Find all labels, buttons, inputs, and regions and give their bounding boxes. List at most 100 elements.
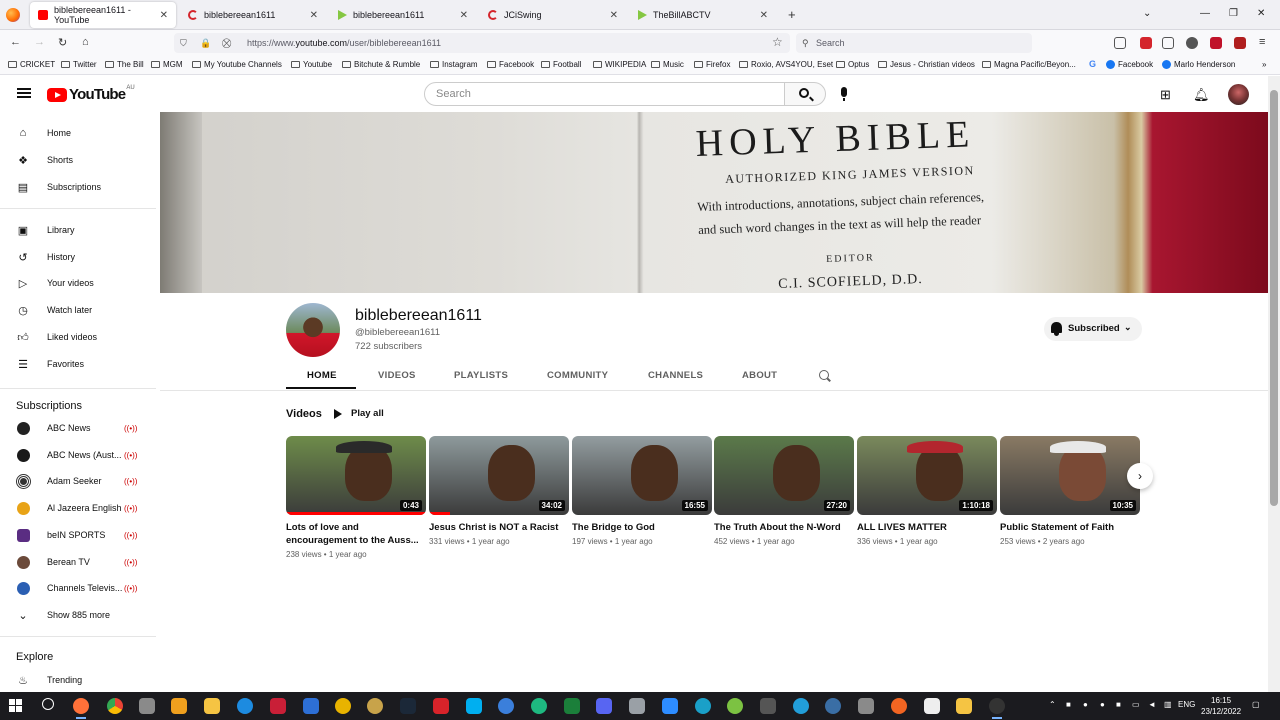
subscription-channel[interactable]: Berean TV ((•)) <box>0 549 156 575</box>
app-icon[interactable] <box>727 698 743 714</box>
app-icon[interactable] <box>171 698 187 714</box>
menu-icon[interactable]: ≡ <box>1259 36 1265 48</box>
subscription-channel[interactable]: ABC News ((•)) <box>0 415 156 441</box>
sidebar-item-your-videos[interactable]: ▷ Your videos <box>0 270 156 296</box>
steam-icon[interactable] <box>400 698 416 714</box>
app-icon[interactable] <box>695 698 711 714</box>
bookmark-item[interactable]: CRICKET <box>8 60 55 69</box>
video-title[interactable]: Jesus Christ is NOT a Racist <box>429 521 569 534</box>
search-input[interactable]: Search <box>424 82 785 106</box>
app-icon[interactable] <box>498 698 514 714</box>
shield-icon[interactable]: ⛉ <box>180 38 187 49</box>
volume-icon[interactable]: ◄ <box>1148 700 1156 709</box>
firefox-icon[interactable] <box>73 698 89 719</box>
bookmark-item[interactable]: WIKIPEDIA <box>593 60 646 69</box>
browser-tab-1[interactable]: biblebereean1611 - YouTube ✕ <box>30 2 176 28</box>
tab-home[interactable]: HOME <box>307 370 337 381</box>
sidebar-item-home[interactable]: ⌂ Home <box>0 120 156 146</box>
bookmark-item[interactable]: Marlo Henderson <box>1162 60 1235 69</box>
video-title[interactable]: Public Statement of Faith <box>1000 521 1140 534</box>
url-bar[interactable]: ⛉ 🔒 ⛒ https://www. youtube.com/user/bible… <box>174 33 790 53</box>
video-card[interactable]: 27:20 The Truth About the N-Word 452 vie… <box>714 436 854 546</box>
restore-icon[interactable]: ❐ <box>1229 8 1238 19</box>
bookmark-item[interactable]: MGM <box>151 60 183 69</box>
close-tab-icon[interactable]: ✕ <box>460 10 468 21</box>
tray-icon[interactable]: ● <box>1100 700 1105 709</box>
bookmark-item[interactable]: Instagram <box>430 60 478 69</box>
new-tab-icon[interactable]: + <box>788 7 796 22</box>
video-title[interactable]: The Bridge to God <box>572 521 712 534</box>
account-icon[interactable] <box>1186 37 1198 49</box>
tray-icon[interactable]: ▥ <box>1164 700 1172 709</box>
app-icon[interactable] <box>367 698 383 714</box>
bookmark-item[interactable]: Roxio, AVS4YOU, Eset <box>739 60 833 69</box>
video-thumbnail[interactable]: 16:55 <box>572 436 712 515</box>
sidebar-item-liked-videos[interactable]: 👍︎ Liked videos <box>0 324 156 350</box>
sidebar-item-trending[interactable]: ♨ Trending <box>0 667 156 693</box>
tab-community[interactable]: COMMUNITY <box>547 370 608 381</box>
bookmark-item[interactable]: Youtube <box>291 60 332 69</box>
browser-tab-4[interactable]: JCiSwing ✕ <box>480 2 626 28</box>
tab-playlists[interactable]: PLAYLISTS <box>454 370 508 381</box>
search-button[interactable] <box>784 82 826 106</box>
video-title[interactable]: The Truth About the N-Word <box>714 521 854 534</box>
sidebar-item-favorites[interactable]: ☰ Favorites <box>0 351 156 377</box>
permissions-icon[interactable]: ⛒ <box>222 38 231 49</box>
bookmark-item[interactable]: Magna Pacific/Beyon... <box>982 60 1076 69</box>
create-video-icon[interactable]: ⊞ <box>1160 87 1171 103</box>
bookmark-item[interactable]: Facebook <box>487 60 534 69</box>
app-icon[interactable] <box>891 698 907 714</box>
network-icon[interactable]: ▭ <box>1132 700 1140 709</box>
search-icon[interactable] <box>42 698 54 710</box>
close-tab-icon[interactable]: ✕ <box>610 10 618 21</box>
app-icon[interactable] <box>237 698 253 714</box>
firefox-menu-icon[interactable] <box>6 8 20 22</box>
video-thumbnail[interactable]: 0:43 <box>286 436 426 515</box>
subscribed-button[interactable]: Subscribed ⌄ <box>1044 317 1142 341</box>
notifications-icon[interactable]: ▢ <box>1252 700 1260 709</box>
discord-icon[interactable] <box>596 698 612 714</box>
app-icon[interactable] <box>303 698 319 714</box>
video-thumbnail[interactable]: 10:35 <box>1000 436 1140 515</box>
tab-about[interactable]: ABOUT <box>742 370 777 381</box>
back-icon[interactable]: ← <box>10 36 21 48</box>
app-icon[interactable] <box>531 698 547 714</box>
sidebar-icon[interactable] <box>1162 37 1174 49</box>
chrome-icon[interactable] <box>107 698 123 714</box>
zoom-icon[interactable] <box>662 698 678 714</box>
show-hidden-icons[interactable]: ⌃ <box>1049 700 1056 709</box>
lock-icon[interactable]: 🔒 <box>200 38 211 49</box>
app-icon[interactable] <box>924 698 940 714</box>
app-icon[interactable] <box>139 698 155 714</box>
browser-tab-3[interactable]: biblebereean1611 ✕ <box>330 2 476 28</box>
video-thumbnail[interactable]: 1:10:18 <box>857 436 997 515</box>
app-icon[interactable] <box>335 698 351 714</box>
app-icon[interactable] <box>858 698 874 714</box>
more-bookmarks-icon[interactable]: » <box>1262 60 1266 69</box>
obs-icon[interactable] <box>989 698 1005 719</box>
close-tab-icon[interactable]: ✕ <box>760 10 768 21</box>
extension-icon[interactable] <box>1234 37 1246 49</box>
pocket-icon[interactable] <box>1114 37 1126 49</box>
list-tabs-icon[interactable]: ⌄ <box>1143 8 1151 19</box>
subscription-channel[interactable]: Adam Seeker ((•)) <box>0 468 156 494</box>
channel-avatar[interactable] <box>286 303 340 357</box>
browser-tab-5[interactable]: TheBillABCTV ✕ <box>630 2 776 28</box>
bookmark-star-icon[interactable]: ☆ <box>772 35 783 49</box>
audition-icon[interactable] <box>564 698 580 714</box>
language-indicator[interactable]: ENG <box>1178 700 1195 709</box>
close-window-icon[interactable]: ✕ <box>1257 8 1265 19</box>
tray-icon[interactable]: ■ <box>1116 700 1121 709</box>
video-card[interactable]: 1:10:18 ALL LIVES MATTER 336 views • 1 y… <box>857 436 997 546</box>
subscription-channel[interactable]: ABC News (Aust... ((•)) <box>0 442 156 468</box>
youtube-logo[interactable]: YouTube AU <box>47 85 135 103</box>
video-card[interactable]: 34:02 Jesus Christ is NOT a Racist 331 v… <box>429 436 569 546</box>
bookmark-item[interactable]: The Bill <box>105 60 144 69</box>
video-card[interactable]: 16:55 The Bridge to God 197 views • 1 ye… <box>572 436 712 546</box>
app-icon[interactable] <box>760 698 776 714</box>
video-card[interactable]: 0:43 Lots of love and encouragement to t… <box>286 436 426 559</box>
play-all-button[interactable]: Play all <box>334 408 384 419</box>
bookmark-item[interactable]: Jesus - Christian videos <box>878 60 975 69</box>
video-card[interactable]: 10:35 Public Statement of Faith 253 view… <box>1000 436 1140 546</box>
guide-menu-icon[interactable] <box>17 88 31 98</box>
